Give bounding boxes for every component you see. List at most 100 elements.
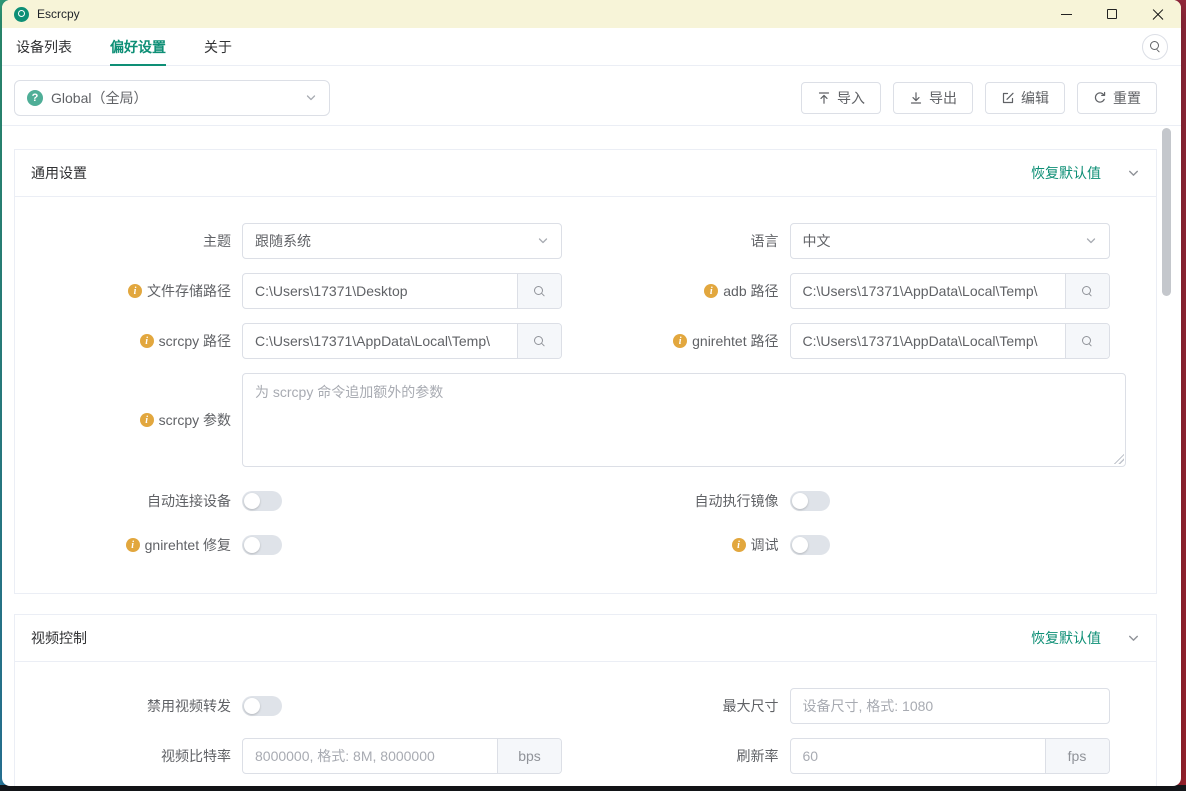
scrcpy-args-field: [242, 373, 1126, 467]
tab-device-list[interactable]: 设备列表: [16, 28, 72, 65]
fps-input-group: fps: [790, 738, 1110, 774]
file-path-input-group: [242, 273, 562, 309]
tab-preferences[interactable]: 偏好设置: [110, 28, 166, 65]
language-select[interactable]: 中文: [790, 223, 1110, 259]
general-restore-defaults-button[interactable]: 恢复默认值: [1031, 163, 1101, 183]
export-button-label: 导出: [929, 88, 957, 108]
debug-toggle[interactable]: [790, 535, 830, 555]
tab-preferences-label: 偏好设置: [110, 37, 166, 57]
general-settings-header[interactable]: 通用设置 恢复默认值: [15, 150, 1156, 197]
gnirehtet-path-browse-button[interactable]: [1065, 324, 1109, 358]
general-collapse-arrow-icon[interactable]: [1127, 167, 1140, 180]
vertical-scrollbar-thumb[interactable]: [1162, 128, 1171, 296]
close-button[interactable]: [1135, 0, 1181, 28]
general-settings-title: 通用设置: [31, 163, 87, 183]
scrcpy-path-browse-button[interactable]: [517, 324, 561, 358]
file-path-browse-button[interactable]: [517, 274, 561, 308]
theme-label: 主题: [31, 231, 231, 251]
video-collapse-arrow-icon[interactable]: [1127, 632, 1140, 645]
info-icon: i: [704, 284, 718, 298]
search-button[interactable]: [1142, 34, 1168, 60]
bitrate-label: 视频比特率: [31, 746, 231, 766]
toggle-knob: [244, 698, 260, 714]
info-icon: i: [140, 334, 154, 348]
theme-select[interactable]: 跟随系统: [242, 223, 562, 259]
auto-mirror-toggle[interactable]: [790, 491, 830, 511]
edit-icon: [1001, 91, 1015, 105]
gnirehtet-path-label: ignirehtet 路径: [579, 331, 779, 351]
maximize-button[interactable]: [1089, 0, 1135, 28]
info-icon: i: [673, 334, 687, 348]
file-path-input[interactable]: [243, 274, 517, 308]
language-select-value: 中文: [803, 231, 831, 251]
fps-unit: fps: [1045, 739, 1109, 773]
app-window: Escrcpy 设备列表 偏好设置 关于 ? Global（全局） 导入 导出: [2, 0, 1181, 786]
tab-device-list-label: 设备列表: [16, 37, 72, 57]
bitrate-input-group: bps: [242, 738, 562, 774]
gnirehtet-path-input[interactable]: [791, 324, 1065, 358]
auto-connect-label: 自动连接设备: [31, 491, 231, 511]
fps-label: 刷新率: [579, 746, 779, 766]
disable-video-toggle[interactable]: [242, 696, 282, 716]
app-title: Escrcpy: [37, 7, 80, 21]
video-control-title: 视频控制: [31, 628, 87, 648]
scrcpy-path-input-group: [242, 323, 562, 359]
scrcpy-args-textarea[interactable]: [242, 373, 1126, 467]
search-icon: [1149, 40, 1162, 53]
toggle-knob: [792, 493, 808, 509]
max-size-label: 最大尺寸: [579, 696, 779, 716]
scrcpy-args-label: iscrcpy 参数: [31, 373, 231, 467]
toggle-knob: [244, 493, 260, 509]
chevron-down-icon: [305, 92, 317, 104]
edit-button-label: 编辑: [1021, 88, 1049, 108]
minimize-button[interactable]: [1043, 0, 1089, 28]
search-icon: [533, 285, 546, 298]
toggle-knob: [792, 537, 808, 553]
max-size-input[interactable]: [791, 689, 1109, 723]
maximize-icon: [1107, 9, 1117, 19]
video-restore-defaults-button[interactable]: 恢复默认值: [1031, 628, 1101, 648]
auto-mirror-label: 自动执行镜像: [579, 491, 779, 511]
tab-about-label: 关于: [204, 37, 232, 57]
info-icon: i: [128, 284, 142, 298]
reset-button-label: 重置: [1113, 88, 1141, 108]
file-path-label: i文件存储路径: [31, 281, 231, 301]
gnirehtet-fix-label: ignirehtet 修复: [31, 535, 231, 555]
search-icon: [1081, 285, 1094, 298]
scrcpy-path-input[interactable]: [243, 324, 517, 358]
export-button[interactable]: 导出: [893, 82, 973, 114]
minimize-icon: [1061, 14, 1072, 15]
title-bar: Escrcpy: [2, 0, 1181, 28]
adb-path-browse-button[interactable]: [1065, 274, 1109, 308]
question-circle-icon: ?: [27, 90, 43, 106]
info-icon: i: [732, 538, 746, 552]
general-settings-section: 通用设置 恢复默认值 主题 跟随系统 语言: [14, 149, 1157, 594]
adb-path-input[interactable]: [791, 274, 1065, 308]
gnirehtet-fix-toggle[interactable]: [242, 535, 282, 555]
debug-label: i调试: [579, 535, 779, 555]
theme-select-value: 跟随系统: [255, 231, 311, 251]
resize-handle[interactable]: [1114, 454, 1124, 464]
video-control-body: 禁用视频转发 最大尺寸 视频比特率: [15, 662, 1156, 774]
video-control-header[interactable]: 视频控制 恢复默认值: [15, 615, 1156, 662]
gnirehtet-path-input-group: [790, 323, 1110, 359]
refresh-icon: [1093, 91, 1107, 105]
reset-button[interactable]: 重置: [1077, 82, 1157, 114]
import-button[interactable]: 导入: [801, 82, 881, 114]
scrcpy-path-label: iscrcpy 路径: [31, 331, 231, 351]
tab-about[interactable]: 关于: [204, 28, 232, 65]
general-settings-body: 主题 跟随系统 语言 中文: [15, 197, 1156, 593]
preferences-toolbar: ? Global（全局） 导入 导出 编辑 重置: [2, 66, 1181, 126]
fps-input[interactable]: [791, 739, 1045, 773]
close-icon: [1152, 8, 1164, 20]
video-control-section: 视频控制 恢复默认值 禁用视频转发 最大尺寸: [14, 614, 1157, 786]
auto-connect-toggle[interactable]: [242, 491, 282, 511]
edit-button[interactable]: 编辑: [985, 82, 1065, 114]
disable-video-label: 禁用视频转发: [31, 696, 231, 716]
scope-select[interactable]: ? Global（全局）: [14, 80, 330, 116]
toolbar-buttons: 导入 导出 编辑 重置: [801, 82, 1157, 114]
adb-path-input-group: [790, 273, 1110, 309]
search-icon: [1081, 335, 1094, 348]
toggle-knob: [244, 537, 260, 553]
bitrate-input[interactable]: [243, 739, 497, 773]
